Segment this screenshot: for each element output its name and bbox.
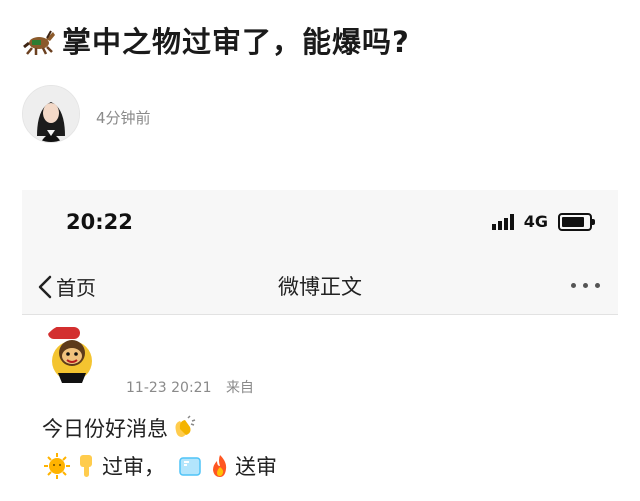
status-bar: 20:22 4G	[22, 190, 618, 256]
status-time: 20:22	[66, 210, 133, 234]
person-avatar-icon	[23, 86, 79, 142]
status-icons: 4G	[491, 212, 595, 231]
more-button[interactable]	[571, 274, 600, 296]
more-dot-icon	[583, 282, 588, 288]
author-row: 4分钟前	[22, 85, 151, 143]
post-line-2-text-a: 过审，	[102, 455, 165, 479]
ice-cube-emoji-icon	[179, 457, 201, 476]
post-date: 11-23 20:21	[126, 380, 212, 396]
post-source: 来自	[225, 380, 254, 396]
post-line-2-text-b: 送审	[235, 455, 277, 479]
post-line-1-text: 今日份好消息	[42, 417, 168, 441]
battery-icon	[558, 212, 595, 231]
nav-bar: 首页 微博正文	[22, 256, 618, 315]
post-line-1: 今日份好消息	[42, 413, 198, 443]
mascot-avatar-icon	[48, 327, 92, 383]
post-time: 4分钟前	[96, 108, 151, 127]
clap-emoji-icon	[175, 415, 196, 437]
poster-avatar[interactable]	[40, 323, 104, 387]
horse-emoji-icon	[23, 30, 55, 55]
author-avatar[interactable]	[22, 85, 80, 143]
nav-title: 微博正文	[278, 275, 362, 299]
back-button[interactable]: 首页	[38, 272, 96, 301]
more-dot-icon	[571, 282, 576, 288]
signal-icon	[491, 213, 514, 230]
post-title: 掌中之物过审了，能爆吗?	[22, 18, 410, 62]
back-label: 首页	[56, 276, 96, 300]
embedded-screenshot: 20:22 4G 首页 微博正文 11-23 20:21 来自 今日份好消息 过…	[22, 190, 618, 501]
chevron-left-icon	[38, 275, 52, 298]
network-type: 4G	[523, 212, 548, 231]
post-title-text: 掌中之物过审了，能爆吗?	[62, 25, 410, 59]
fire-emoji-icon	[213, 455, 227, 477]
post-line-2: 过审， 送审	[42, 451, 277, 481]
post-meta: 11-23 20:21 来自	[126, 377, 264, 397]
point-down-emoji-icon	[80, 455, 92, 477]
weibo-post: 11-23 20:21 来自 今日份好消息 过审， 送审	[22, 315, 618, 501]
sun-emoji-icon	[44, 453, 70, 479]
more-dot-icon	[595, 282, 600, 288]
